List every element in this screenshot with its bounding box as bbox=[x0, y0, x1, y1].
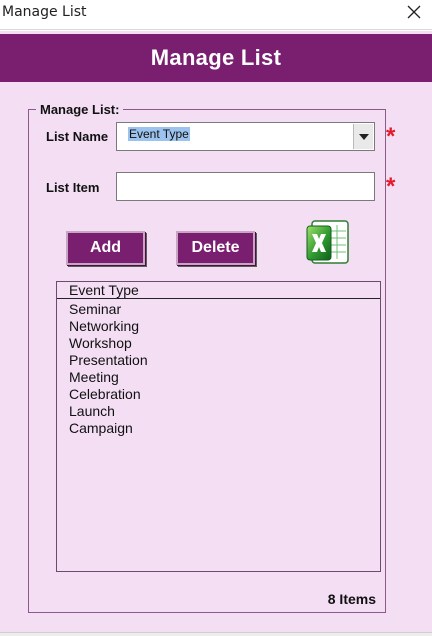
listbox-header: Event Type bbox=[57, 282, 380, 299]
list-item[interactable]: Celebration bbox=[69, 386, 148, 403]
close-button[interactable] bbox=[396, 0, 432, 24]
close-icon bbox=[407, 5, 421, 19]
list-item[interactable]: Networking bbox=[69, 318, 148, 335]
delete-button[interactable]: Delete bbox=[176, 231, 255, 265]
list-item-required-marker: * bbox=[386, 173, 396, 200]
page-title: Manage List bbox=[150, 45, 282, 70]
list-item-input[interactable] bbox=[116, 172, 375, 201]
item-count: 8 Items bbox=[327, 591, 376, 607]
list-name-label: List Name bbox=[46, 129, 109, 144]
list-item[interactable]: Meeting bbox=[69, 369, 148, 386]
list-name-combobox[interactable]: Event Type bbox=[116, 122, 375, 151]
excel-export-button[interactable] bbox=[306, 219, 351, 266]
list-name-dropdown-button[interactable] bbox=[353, 124, 373, 149]
add-button[interactable]: Add bbox=[66, 231, 145, 265]
window-titlebar: Manage List bbox=[0, 0, 432, 30]
group-label: Manage List: bbox=[36, 102, 124, 117]
chevron-down-icon bbox=[358, 133, 369, 140]
list-item-label: List Item bbox=[46, 180, 100, 195]
excel-icon bbox=[306, 220, 349, 264]
list-name-required-marker: * bbox=[386, 123, 396, 150]
list-item[interactable]: Campaign bbox=[69, 420, 148, 437]
list-item[interactable]: Presentation bbox=[69, 352, 148, 369]
listbox-items: Seminar Networking Workshop Presentation… bbox=[69, 301, 148, 437]
list-item[interactable]: Seminar bbox=[69, 301, 148, 318]
list-item[interactable]: Launch bbox=[69, 403, 148, 420]
form-body: Manage List Manage List: List Name Event… bbox=[0, 31, 432, 632]
list-item[interactable]: Workshop bbox=[69, 335, 148, 352]
header-banner: Manage List bbox=[0, 34, 432, 82]
window-title: Manage List bbox=[2, 4, 87, 20]
list-items-listbox[interactable]: Event Type Seminar Networking Workshop P… bbox=[56, 281, 381, 572]
list-name-selected-value: Event Type bbox=[128, 127, 190, 141]
window-bottom-edge bbox=[0, 632, 432, 636]
